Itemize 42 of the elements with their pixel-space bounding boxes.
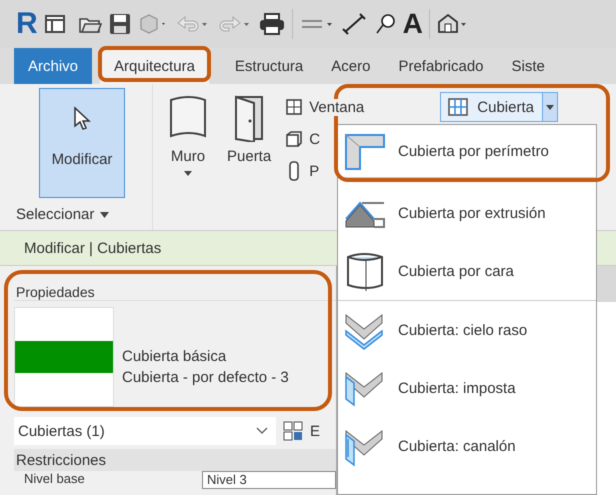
- property-value[interactable]: Nivel 3: [202, 471, 336, 489]
- grid-icon: [447, 97, 470, 117]
- modify-button[interactable]: Modificar: [39, 88, 125, 198]
- edit-type-icon[interactable]: [282, 420, 304, 442]
- ribbon-tab[interactable]: Acero: [321, 48, 380, 84]
- save-icon[interactable]: [108, 12, 132, 36]
- print-icon[interactable]: [258, 12, 286, 36]
- aligned-dimension-icon[interactable]: [340, 12, 367, 36]
- type-family: Cubierta básica: [122, 348, 228, 365]
- tool-button[interactable]: C: [285, 130, 320, 148]
- tool-button[interactable]: P: [285, 161, 320, 181]
- cursor-icon: [72, 106, 92, 132]
- menu-item[interactable]: Cubierta: imposta: [338, 359, 596, 417]
- panel-label[interactable]: Seleccionar: [16, 206, 94, 223]
- caret-icon[interactable]: [100, 212, 110, 218]
- filter-dropdown[interactable]: Cubiertas (1): [14, 417, 276, 445]
- text-tool[interactable]: A: [402, 10, 423, 38]
- caret-icon: [184, 171, 192, 176]
- house-icon[interactable]: [436, 12, 468, 36]
- ribbon-tab[interactable]: Archivo: [14, 48, 92, 84]
- ribbon-tab[interactable]: Prefabricado: [388, 48, 494, 84]
- component-icon: [285, 130, 304, 148]
- menu-item[interactable]: Cubierta: canalón: [338, 417, 596, 475]
- property-name: Nivel base: [23, 471, 86, 488]
- tool-button[interactable]: Muro: [163, 92, 213, 178]
- section-header: Restricciones: [16, 452, 106, 468]
- edit-type-label[interactable]: E: [310, 422, 320, 440]
- panel-icon[interactable]: [44, 13, 66, 35]
- tool-button[interactable]: Puerta: [223, 92, 276, 167]
- window-icon: [285, 98, 304, 116]
- roof-corner-icon: [344, 131, 386, 171]
- panel-title: Propiedades: [16, 284, 95, 300]
- menu-item[interactable]: Cubierta por cara: [338, 242, 596, 301]
- type-name: Cubierta - por defecto - 3: [122, 369, 289, 386]
- ribbon-tab[interactable]: Arquitectura: [100, 48, 209, 84]
- ribbon-tab[interactable]: Siste: [502, 48, 555, 84]
- menu-item[interactable]: Cubierta: cielo raso: [338, 301, 596, 359]
- caret-icon[interactable]: [546, 104, 554, 110]
- ribbon-tab[interactable]: Estructura: [224, 48, 314, 84]
- app-logo[interactable]: R: [16, 9, 38, 39]
- chevron-icon: [256, 427, 268, 435]
- roof-split-button[interactable]: Cubierta: [440, 92, 558, 122]
